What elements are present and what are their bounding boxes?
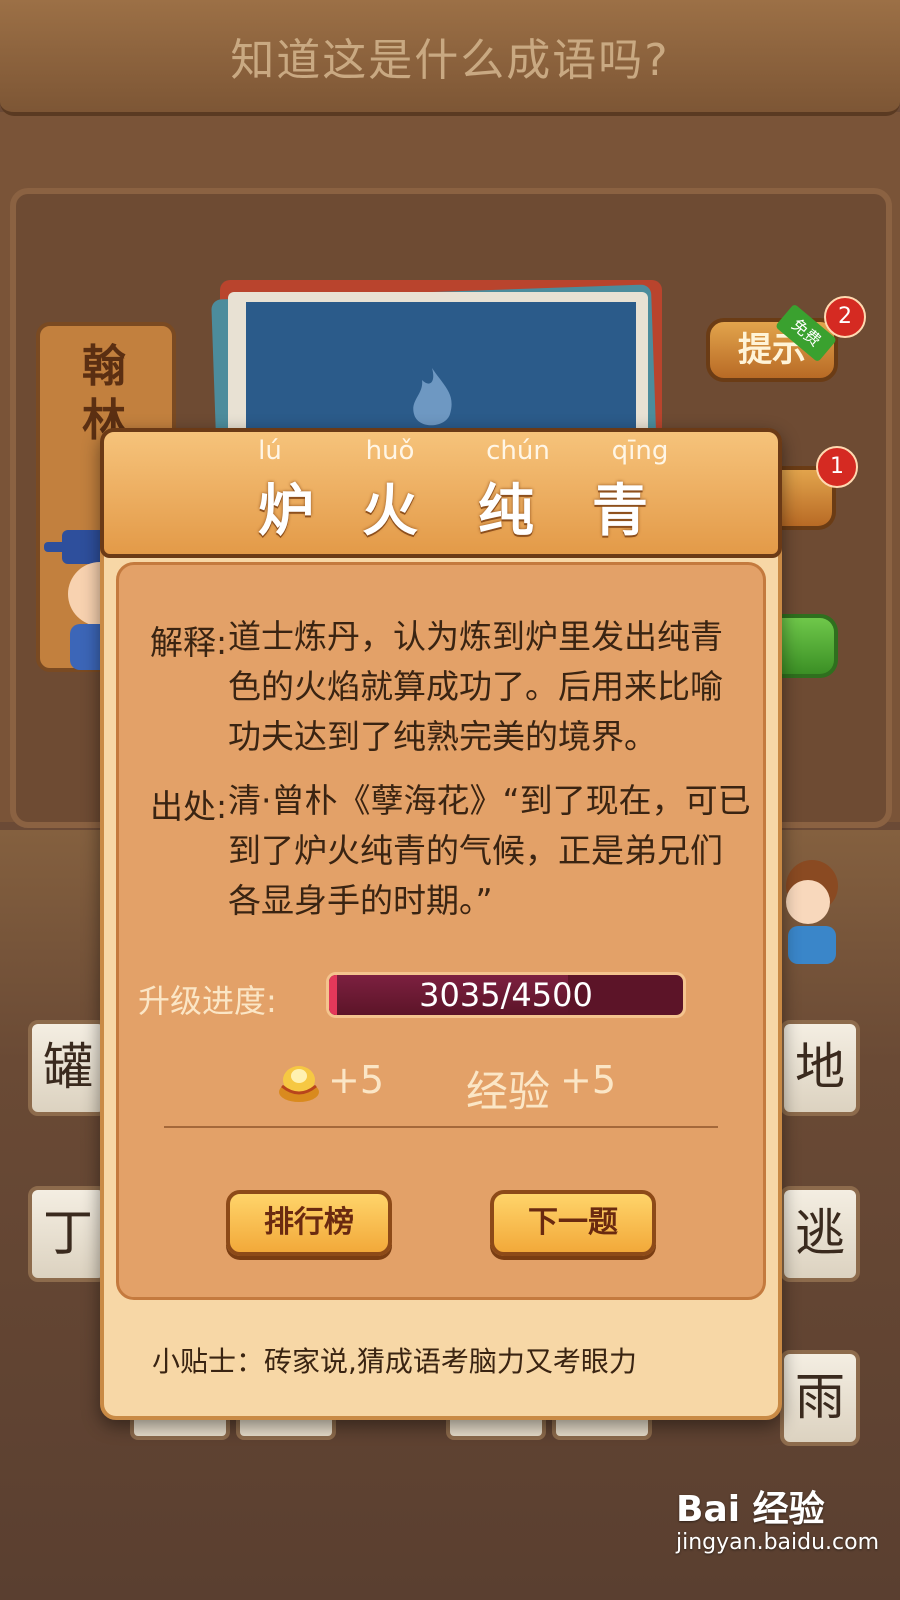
answer-tile[interactable]: 丁	[28, 1186, 108, 1282]
divider	[164, 1126, 718, 1128]
experience-reward: +5	[560, 1058, 617, 1102]
source-label: 出处:	[150, 787, 228, 826]
idiom-character: 火	[362, 479, 418, 544]
idiom-character: 青	[592, 479, 648, 544]
baidu-jingyan-logo: Bai 经验	[676, 1489, 825, 1530]
answer-tile[interactable]: 地	[780, 1020, 860, 1116]
answer-tile[interactable]: 雨	[780, 1350, 860, 1446]
answer-tile[interactable]: 罐	[28, 1020, 108, 1116]
idiom-pinyin: huǒ	[365, 436, 415, 466]
tip-text: 小贴士：砖家说,猜成语考脑力又考眼力	[152, 1345, 637, 1378]
experience-label: 经验	[466, 1067, 551, 1116]
coin-reward: +5	[328, 1058, 385, 1102]
side-button-badge: 1	[816, 446, 858, 488]
explanation-label: 解释:	[150, 623, 228, 662]
next-question-button[interactable]: 下一题	[490, 1190, 656, 1256]
leaderboard-button[interactable]: 排行榜	[226, 1190, 392, 1256]
source-text: 清·曾朴《孽海花》“到了现在，可已到了炉火纯青的气候，正是弟兄们各显身手的时期。…	[228, 781, 751, 920]
share-button[interactable]	[780, 614, 838, 678]
idiom-pinyin: lú	[258, 436, 282, 466]
idiom-pinyin: qīng	[611, 436, 669, 466]
progress-value: 3035/4500	[419, 976, 593, 1014]
question-title: 知道这是什么成语吗?	[230, 35, 670, 86]
idiom-pinyin: chún	[486, 436, 550, 466]
answer-tile[interactable]: 逃	[780, 1186, 860, 1282]
explanation-text: 道士炼丹，认为炼到炉里发出纯青色的火焰就算成功了。后用来比喻功夫达到了纯熟完美的…	[228, 617, 723, 756]
watermark-url: jingyan.baidu.com	[676, 1530, 880, 1555]
idiom-character: 炉	[258, 479, 314, 544]
progress-label: 升级进度:	[138, 982, 277, 1020]
girl-avatar[interactable]	[782, 856, 842, 966]
idiom-character: 纯	[478, 479, 534, 544]
gold-ingot-icon	[279, 1066, 319, 1102]
hint-count-badge: 2	[824, 296, 866, 338]
